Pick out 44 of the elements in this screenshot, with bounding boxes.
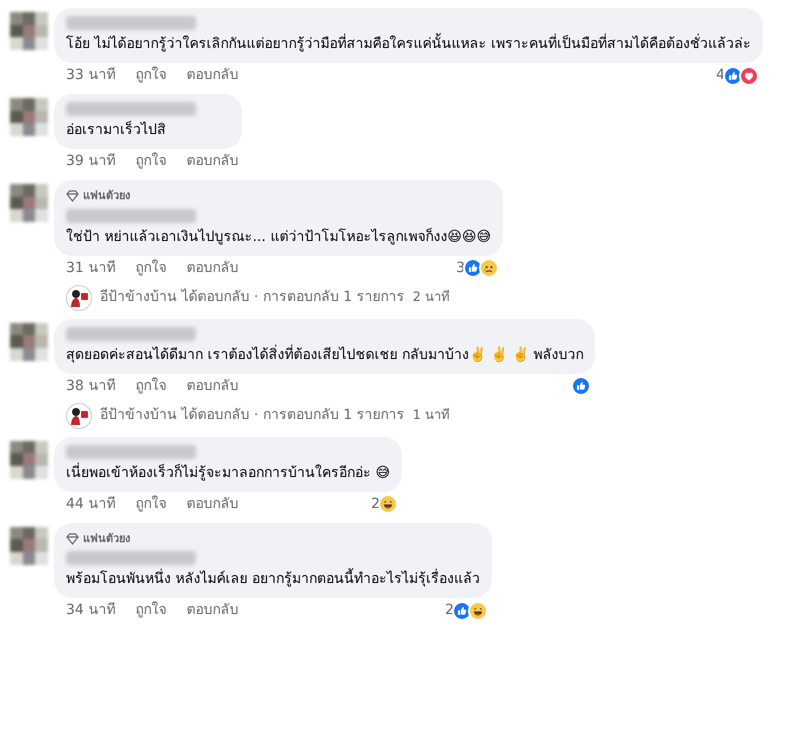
comment-time[interactable]: 33 นาที xyxy=(66,65,116,86)
comment-text: พร้อมโอนพันหนึ่ง หลังไมค์เลย อยากรู้มากตอนนี้ทำอะไรไม่รุ้เรื่องแล้ว xyxy=(66,569,480,590)
comment-text: อ่อเรามาเร็วไปสิ xyxy=(66,120,167,140)
page-avatar-icon xyxy=(66,402,92,428)
like-link[interactable]: ถูกใจ xyxy=(135,600,166,621)
reaction-count: 3 xyxy=(456,258,466,278)
comment-time[interactable]: 34 นาที xyxy=(66,600,116,621)
blurred-avatar[interactable] xyxy=(10,184,48,222)
reply-link[interactable]: ตอบกลับ xyxy=(186,151,238,172)
blurred-avatar[interactable] xyxy=(10,526,48,564)
reply-time: 2 นาที xyxy=(412,288,450,307)
like-link[interactable]: ถูกใจ xyxy=(135,151,166,172)
comment-text: สุดยอดค่ะสอนได้ดีมาก เราต้องได้สิ่งที่ต้องเสียไปชดเชย กลับมาบ้าง✌ ✌ ✌ พลังบวก xyxy=(66,344,584,365)
diamond-icon xyxy=(66,532,79,545)
like-link[interactable]: ถูกใจ xyxy=(135,494,166,514)
blurred-avatar[interactable] xyxy=(10,98,48,136)
blurred-avatar[interactable] xyxy=(10,12,48,50)
comment-time[interactable]: 39 นาที xyxy=(66,151,116,172)
reaction-count: 4 xyxy=(716,66,725,85)
comment-time[interactable]: 44 นาที xyxy=(66,494,116,514)
reply-link[interactable]: ตอบกลับ xyxy=(186,65,238,86)
top-fan-label: แฟนตัวยง xyxy=(83,188,130,204)
reply-link[interactable]: ตอบกลับ xyxy=(186,494,238,514)
reaction-count: 2 xyxy=(444,601,454,620)
like-link[interactable]: ถูกใจ xyxy=(135,65,166,86)
like-link[interactable]: ถูกใจ xyxy=(135,376,166,396)
comment-text: เนี่ยพอเข้าห้องเร็วก็ไม่รู้จะมาลอกการบ้านใครอีกอ่ะ 😅 xyxy=(66,462,390,483)
reply-link[interactable]: ตอบกลับ xyxy=(186,376,238,396)
reaction-count: 2 xyxy=(371,494,380,514)
page-avatar-icon xyxy=(66,284,92,310)
reply-time: 1 นาที xyxy=(412,406,450,425)
reply-link[interactable]: ตอบกลับ xyxy=(186,258,238,278)
comment-text: โอ้ย ไม่ได้อยากรู้ว่าใครเลิกกันแต่อยากรู้ว่ามือที่สามคือใครแค่นั้นแหละ เพราะคนที่เป็นมือที่สามได้คือต้องชั่วแล้วล่ะ xyxy=(66,34,751,55)
like-link[interactable]: ถูกใจ xyxy=(135,258,166,278)
blurred-avatar[interactable] xyxy=(10,322,48,360)
comment-time[interactable]: 31 นาที xyxy=(66,258,116,278)
replies-link[interactable]: อีป้าข้างบ้าน ได้ตอบกลับ · การตอบกลับ 1 รายการ xyxy=(100,287,405,308)
top-fan-label: แฟนตัวยง xyxy=(83,530,130,546)
comment-time[interactable]: 38 นาที xyxy=(66,376,116,396)
diamond-icon xyxy=(66,190,79,202)
comment-text: ใช่ป้า หย่าแล้วเอาเงินไปบูรณะ... แต่ว่าป้าโมโหอะไรลูกเพจก็งง😆😆😅 xyxy=(66,226,492,247)
replies-link[interactable]: อีป้าข้างบ้าน ได้ตอบกลับ · การตอบกลับ 1 รายการ xyxy=(100,405,405,426)
reply-link[interactable]: ตอบกลับ xyxy=(186,600,238,621)
blurred-avatar[interactable] xyxy=(10,440,48,478)
